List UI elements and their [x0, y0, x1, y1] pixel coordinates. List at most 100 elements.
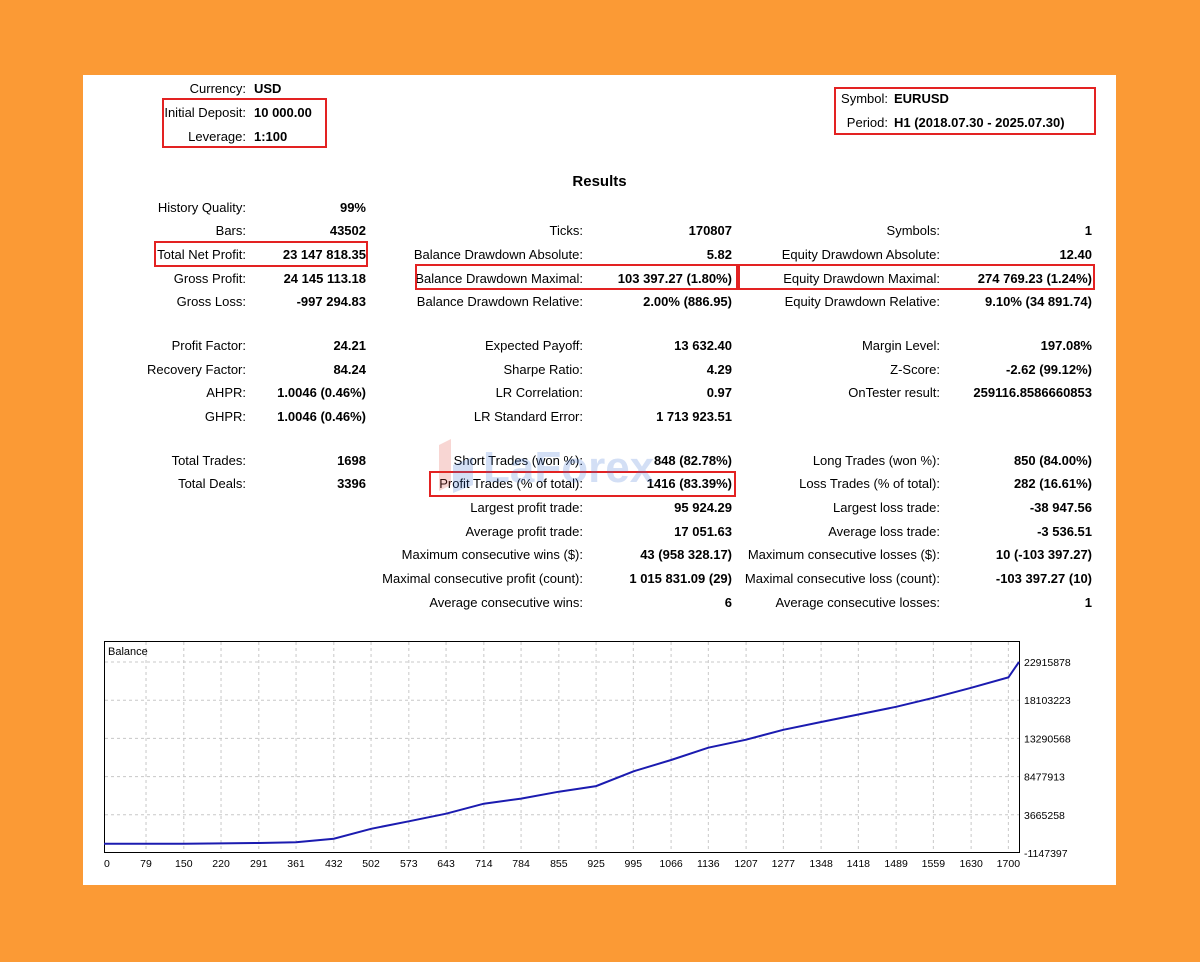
- average-consecutive-wins-label: Average consecutive wins:: [429, 595, 583, 610]
- x-tick-label: 1559: [922, 858, 946, 870]
- highlight-period-box: [834, 87, 1096, 135]
- symbols-value: 1: [1084, 223, 1092, 238]
- gross-profit-value: 24 145 113.18: [283, 271, 366, 286]
- x-tick-label: 150: [175, 858, 193, 870]
- maximal-consecutive-profit-value: 1 015 831.09 (29): [629, 571, 732, 586]
- x-tick-label: 573: [400, 858, 418, 870]
- x-tick-label: 1277: [772, 858, 796, 870]
- maximal-consecutive-profit-label: Maximal consecutive profit (count):: [382, 571, 583, 586]
- largest-profit-trade-value: 95 924.29: [674, 500, 732, 515]
- x-tick-label: 361: [287, 858, 305, 870]
- sharpe-ratio-value: 4.29: [706, 362, 732, 377]
- ghpr-value: 1.0046 (0.46%): [277, 409, 366, 424]
- history-quality-value: 99%: [339, 200, 366, 215]
- y-tick-label: -1147397: [1024, 848, 1068, 860]
- x-tick-label: 855: [550, 858, 568, 870]
- gross-loss-value: -997 294.83: [296, 294, 366, 309]
- symbols-label: Symbols:: [886, 223, 940, 238]
- x-tick-label: 0: [104, 858, 110, 870]
- x-tick-label: 1489: [884, 858, 908, 870]
- currency-value: USD: [254, 81, 282, 96]
- maximal-consecutive-loss-value: -103 397.27 (10): [995, 571, 1092, 586]
- ontester-result-value: 259116.8586660853: [973, 385, 1092, 400]
- largest-loss-trade-value: -38 947.56: [1029, 500, 1092, 515]
- x-tick-label: 291: [250, 858, 268, 870]
- gross-loss-label: Gross Loss:: [176, 294, 246, 309]
- expected-payoff-label: Expected Payoff:: [484, 338, 583, 353]
- x-tick-label: 925: [587, 858, 605, 870]
- average-consecutive-wins-value: 6: [724, 595, 732, 610]
- ticks-label: Ticks:: [549, 223, 583, 238]
- highlight-balance-dd-box: [415, 264, 738, 290]
- x-tick-label: 1700: [997, 858, 1021, 870]
- x-tick-label: 1630: [959, 858, 983, 870]
- average-consecutive-losses-value: 1: [1084, 595, 1092, 610]
- loss-trades-label: Loss Trades (% of total):: [799, 476, 940, 491]
- average-loss-trade-value: -3 536.51: [1037, 524, 1092, 539]
- lr-correlation-label: LR Correlation:: [495, 385, 583, 400]
- balance-dd-relative-value: 2.00% (886.95): [643, 294, 732, 309]
- average-consecutive-losses-label: Average consecutive losses:: [775, 595, 940, 610]
- x-tick-label: 220: [212, 858, 230, 870]
- average-profit-trade-value: 17 051.63: [674, 524, 732, 539]
- equity-dd-relative-value: 9.10% (34 891.74): [985, 294, 1092, 309]
- lr-standard-error-value: 1 713 923.51: [656, 409, 732, 424]
- x-tick-label: 784: [512, 858, 530, 870]
- profit-factor-value: 24.21: [333, 338, 366, 353]
- chart-title: Balance: [108, 646, 148, 658]
- balance-dd-absolute-value: 5.82: [706, 247, 732, 262]
- x-axis-ticks: 0 79 150 220 291 361 432 502 573 643 714 784 855 925 9…: [104, 858, 1020, 870]
- y-tick-label: 8477913: [1024, 772, 1065, 784]
- balance-chart: Balance 0 79 150 220 291 361 432 502 573 643 714 78…: [104, 641, 1071, 870]
- strategy-report: Currency: USD Initial Deposit: 10 000.00…: [83, 75, 1116, 885]
- total-trades-value: 1698: [337, 453, 366, 468]
- x-tick-label: 432: [325, 858, 343, 870]
- bars-label: Bars:: [215, 223, 246, 238]
- expected-payoff-value: 13 632.40: [674, 338, 732, 353]
- equity-dd-absolute-label: Equity Drawdown Absolute:: [781, 247, 940, 262]
- balance-dd-relative-label: Balance Drawdown Relative:: [416, 294, 583, 309]
- x-tick-label: 1348: [809, 858, 833, 870]
- highlight-profit-trades-box: [429, 471, 736, 497]
- x-tick-label: 714: [475, 858, 493, 870]
- highlight-net-profit-box: [154, 241, 368, 267]
- x-tick-label: 79: [140, 858, 152, 870]
- long-trades-label: Long Trades (won %):: [812, 453, 940, 468]
- largest-profit-trade-label: Largest profit trade:: [470, 500, 583, 515]
- recovery-factor-value: 84.24: [333, 362, 366, 377]
- x-tick-label: 1066: [659, 858, 683, 870]
- short-trades-label: Short Trades (won %):: [453, 453, 583, 468]
- ahpr-value: 1.0046 (0.46%): [277, 385, 366, 400]
- equity-dd-absolute-value: 12.40: [1059, 247, 1092, 262]
- maximal-consecutive-loss-label: Maximal consecutive loss (count):: [744, 571, 940, 586]
- lr-standard-error-label: LR Standard Error:: [473, 409, 583, 424]
- x-tick-label: 1136: [697, 858, 720, 870]
- y-tick-label: 3665258: [1024, 810, 1065, 822]
- equity-dd-relative-label: Equity Drawdown Relative:: [784, 294, 940, 309]
- margin-level-label: Margin Level:: [861, 338, 940, 353]
- y-tick-label: 13290568: [1024, 733, 1071, 745]
- sharpe-ratio-label: Sharpe Ratio:: [503, 362, 584, 377]
- total-trades-label: Total Trades:: [171, 453, 246, 468]
- x-tick-label: 643: [437, 858, 455, 870]
- lr-correlation-value: 0.97: [706, 385, 732, 400]
- bars-value: 43502: [329, 223, 366, 238]
- total-deals-value: 3396: [337, 476, 366, 491]
- gross-profit-label: Gross Profit:: [173, 271, 246, 286]
- max-consecutive-losses-label: Maximum consecutive losses ($):: [747, 547, 940, 562]
- profit-factor-label: Profit Factor:: [171, 338, 246, 353]
- x-tick-label: 995: [625, 858, 643, 870]
- max-consecutive-losses-value: 10 (-103 397.27): [995, 547, 1092, 562]
- currency-label: Currency:: [189, 81, 246, 96]
- ontester-result-label: OnTester result:: [848, 385, 940, 400]
- ghpr-label: GHPR:: [204, 409, 246, 424]
- ahpr-label: AHPR:: [206, 385, 246, 400]
- chart-plot-frame: [104, 641, 1020, 853]
- x-tick-label: 1207: [734, 858, 758, 870]
- y-tick-label: 22915878: [1024, 657, 1071, 669]
- long-trades-value: 850 (84.00%): [1013, 453, 1092, 468]
- x-tick-label: 1418: [847, 858, 871, 870]
- history-quality-label: History Quality:: [157, 200, 246, 215]
- average-profit-trade-label: Average profit trade:: [465, 524, 583, 539]
- loss-trades-value: 282 (16.61%): [1013, 476, 1092, 491]
